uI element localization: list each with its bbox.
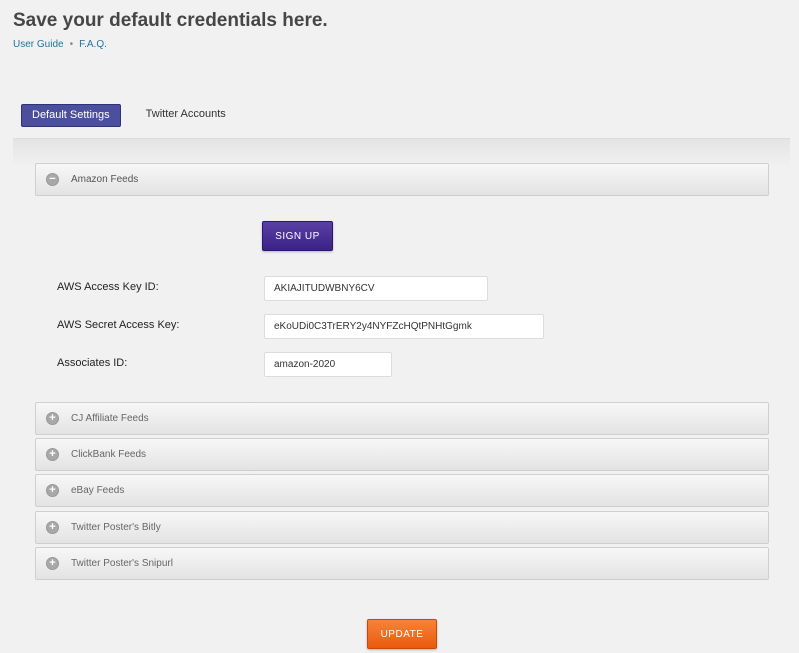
expand-icon: + <box>46 521 59 534</box>
expand-icon: + <box>46 557 59 570</box>
accordion-cj-affiliate-feeds[interactable]: + CJ Affiliate Feeds <box>35 402 769 435</box>
aws-access-key-label: AWS Access Key ID: <box>57 281 159 293</box>
accordion-clickbank-feeds[interactable]: + ClickBank Feeds <box>35 438 769 471</box>
signup-button[interactable]: SIGN UP <box>262 221 333 251</box>
associates-id-input[interactable] <box>264 352 392 377</box>
page-title: Save your default credentials here. <box>13 10 328 31</box>
accordion-label: Twitter Poster's Snipurl <box>71 558 173 569</box>
aws-secret-key-input[interactable] <box>264 314 544 339</box>
collapse-icon: − <box>46 173 59 186</box>
aws-access-key-input[interactable] <box>264 276 488 301</box>
accordion-ebay-feeds[interactable]: + eBay Feeds <box>35 474 769 507</box>
link-separator: • <box>69 39 74 50</box>
update-button[interactable]: UPDATE <box>367 619 437 649</box>
accordion-amazon-feeds[interactable]: − Amazon Feeds <box>35 163 769 196</box>
aws-secret-key-label: AWS Secret Access Key: <box>57 319 180 331</box>
accordion-label: eBay Feeds <box>71 485 125 496</box>
faq-link[interactable]: F.A.Q. <box>79 39 107 50</box>
accordion-label: ClickBank Feeds <box>71 449 147 460</box>
help-links: User Guide • F.A.Q. <box>13 39 107 50</box>
expand-icon: + <box>46 484 59 497</box>
tab-default-settings[interactable]: Default Settings <box>21 104 121 127</box>
settings-panel: − Amazon Feeds SIGN UP AWS Access Key ID… <box>13 138 790 653</box>
accordion-label: Twitter Poster's Bitly <box>71 522 161 533</box>
expand-icon: + <box>46 448 59 461</box>
accordion-twitter-bitly[interactable]: + Twitter Poster's Bitly <box>35 511 769 544</box>
user-guide-link[interactable]: User Guide <box>13 39 64 50</box>
accordion-label: CJ Affiliate Feeds <box>71 413 149 424</box>
associates-id-label: Associates ID: <box>57 357 128 369</box>
tab-twitter-accounts[interactable]: Twitter Accounts <box>136 104 236 127</box>
settings-tabs: Default Settings Twitter Accounts <box>21 104 236 127</box>
expand-icon: + <box>46 412 59 425</box>
accordion-label: Amazon Feeds <box>71 174 139 185</box>
accordion-twitter-snipurl[interactable]: + Twitter Poster's Snipurl <box>35 547 769 580</box>
